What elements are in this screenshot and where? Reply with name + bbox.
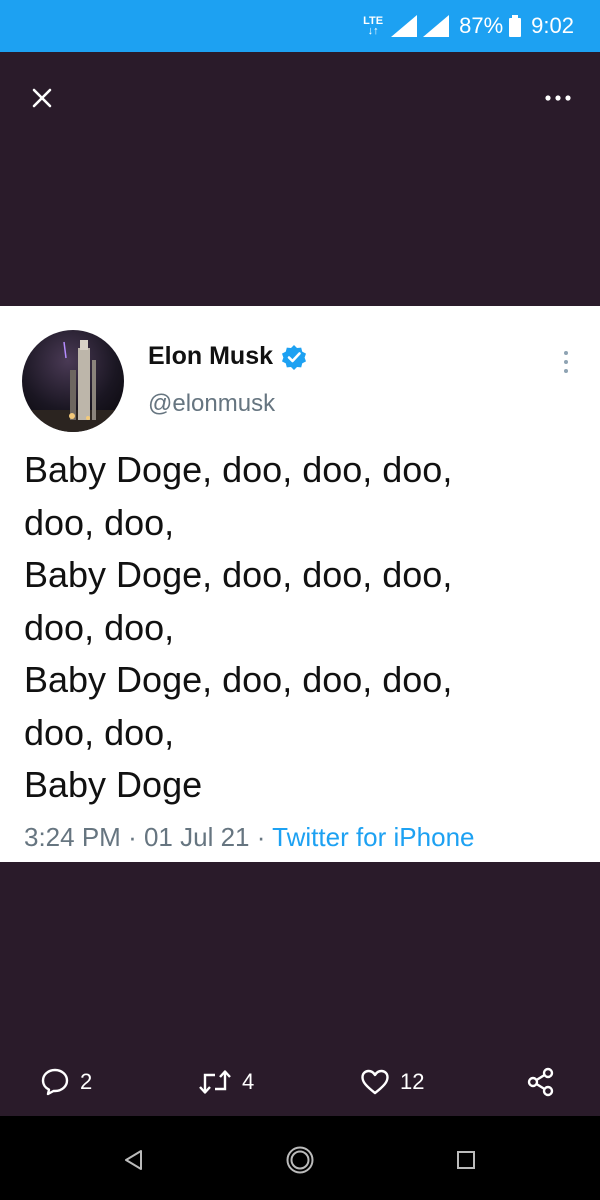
- tweet-card: Elon Musk @elonmusk Baby Doge, doo, doo,…: [0, 306, 600, 862]
- tweet-actions: 2 4 12: [0, 1062, 600, 1106]
- signal-icon: [391, 15, 418, 37]
- more-options-button[interactable]: [538, 78, 578, 118]
- tweet-line: Baby Doge: [24, 764, 203, 805]
- author-name[interactable]: Elon Musk: [148, 342, 273, 371]
- tweet-source-link[interactable]: Twitter for iPhone: [272, 822, 474, 852]
- android-nav-bar: [0, 1116, 600, 1200]
- heart-icon: [361, 1069, 389, 1095]
- reply-icon: [41, 1068, 69, 1096]
- more-horizontal-icon: [545, 95, 571, 101]
- tweet-line: doo, doo,: [24, 501, 175, 543]
- like-button[interactable]: 12: [360, 1062, 424, 1102]
- tweet-line: Baby Doge, doo, doo, doo,: [24, 554, 453, 595]
- nav-recents-button[interactable]: [446, 1140, 486, 1180]
- tweet-line: doo, doo,: [24, 606, 175, 648]
- battery-icon: [509, 15, 522, 37]
- status-bar: LTE ↓↑ 87% 9:02: [0, 0, 600, 52]
- close-button[interactable]: [22, 78, 62, 118]
- tweet-text: Baby Doge, doo, doo, doo, doo, doo, Baby…: [24, 444, 584, 812]
- battery-percent: 87%: [459, 13, 504, 38]
- retweet-icon: [199, 1070, 231, 1094]
- tweet-menu-button[interactable]: [554, 342, 578, 382]
- tweet-line: doo, doo,: [24, 711, 175, 753]
- more-vertical-icon: [564, 351, 568, 355]
- avatar-image: [22, 330, 124, 432]
- more-vertical-dot: [564, 369, 568, 373]
- retweet-count: 4: [242, 1069, 255, 1094]
- clock: 9:02: [531, 13, 574, 38]
- tweet-viewer: Elon Musk @elonmusk Baby Doge, doo, doo,…: [0, 52, 600, 1116]
- meta-separator: ·: [256, 822, 266, 852]
- meta-separator: ·: [128, 822, 137, 852]
- close-icon: [32, 88, 52, 108]
- tweet-line: Baby Doge, doo, doo, doo,: [24, 659, 453, 700]
- verified-badge-icon: [282, 344, 307, 370]
- nav-back-button[interactable]: [114, 1140, 154, 1180]
- like-count: 12: [400, 1069, 425, 1094]
- share-button[interactable]: [526, 1062, 556, 1102]
- nav-home-button[interactable]: [280, 1140, 320, 1180]
- more-vertical-dot: [564, 360, 568, 364]
- tweet-meta: 3:24 PM · 01 Jul 21 · Twitter for iPhone: [24, 822, 474, 853]
- tweet-time: 3:24 PM: [24, 822, 121, 852]
- author-handle[interactable]: @elonmusk: [148, 390, 275, 418]
- back-triangle-icon: [125, 1150, 142, 1170]
- signal-icon-2: [423, 15, 450, 37]
- recents-square-icon: [457, 1151, 475, 1169]
- retweet-button[interactable]: 4: [198, 1062, 254, 1102]
- tweet-line: Baby Doge, doo, doo, doo,: [24, 449, 453, 490]
- share-icon: [527, 1067, 554, 1097]
- reply-count: 2: [80, 1069, 93, 1094]
- author-row[interactable]: Elon Musk: [148, 342, 307, 371]
- tweet-date: 01 Jul 21: [143, 822, 250, 852]
- home-circle-icon: [286, 1146, 314, 1174]
- reply-button[interactable]: 2: [40, 1062, 92, 1102]
- avatar[interactable]: [22, 330, 124, 432]
- network-type: LTE ↓↑: [363, 15, 384, 37]
